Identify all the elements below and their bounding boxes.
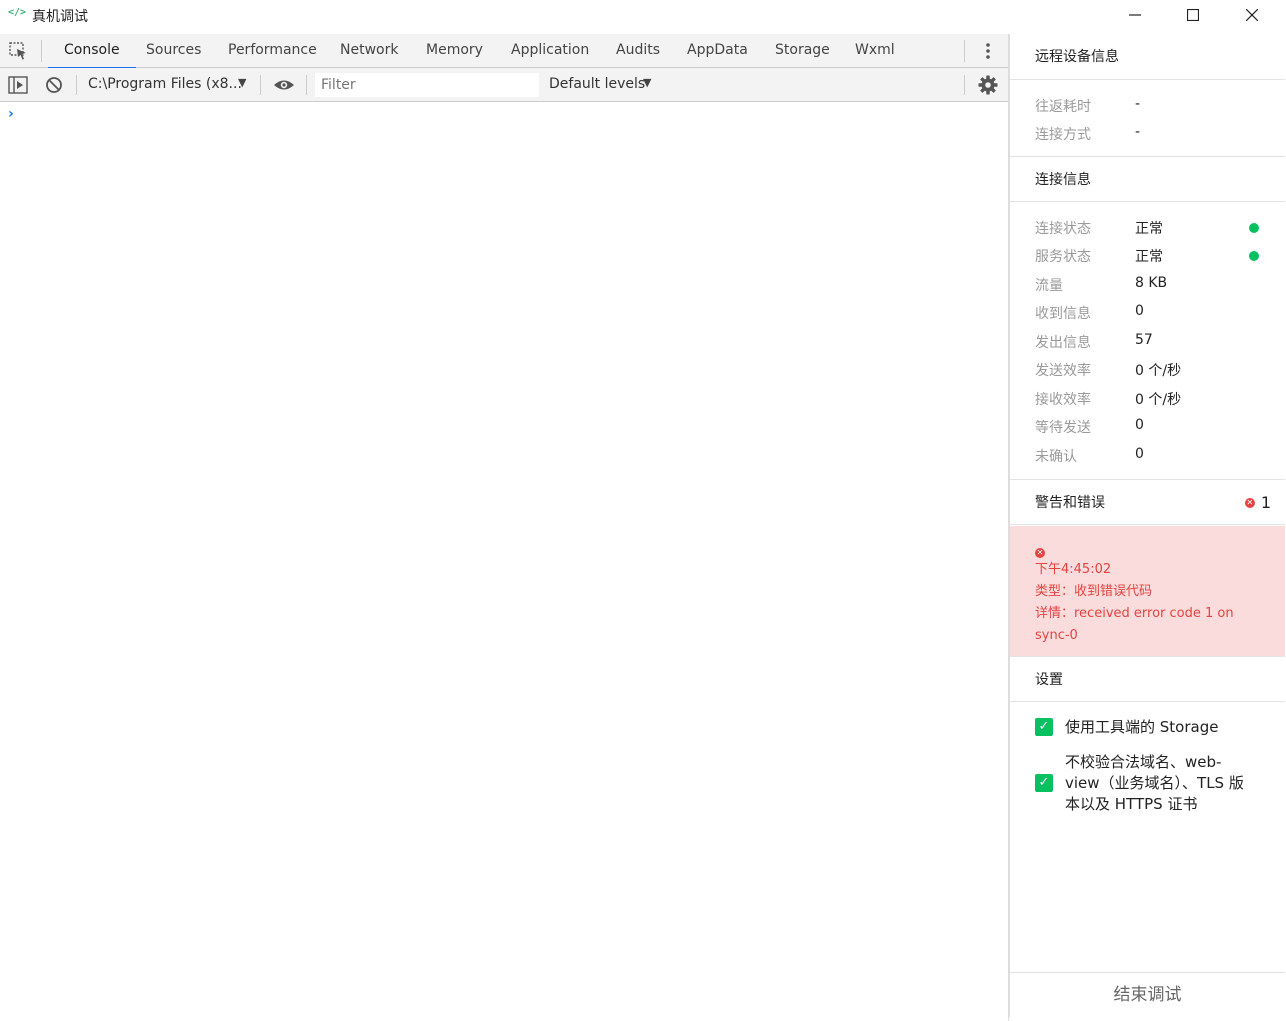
skip-domain-check-label[interactable]: 不校验合法域名、web- view（业务域名）、TLS 版 本以及 HTTPS … bbox=[1065, 752, 1265, 815]
info-row-pending: 等待发送 0 bbox=[1035, 417, 1275, 437]
error-entry: ✕ 下午4:45:02 类型：收到错误代码 详情：received error … bbox=[1010, 526, 1285, 656]
info-label: 服务状态 bbox=[1035, 249, 1091, 265]
tab-memory[interactable]: Memory bbox=[424, 34, 485, 68]
info-label: 连接状态 bbox=[1035, 221, 1091, 237]
toolbar-separator bbox=[306, 75, 307, 95]
info-value: 0 个/秒 bbox=[1135, 392, 1182, 408]
tab-appdata[interactable]: AppData bbox=[685, 34, 750, 68]
window-title: 真机调试 bbox=[32, 9, 88, 25]
tab-separator bbox=[964, 40, 965, 62]
settings-gear-icon[interactable] bbox=[978, 75, 998, 95]
status-ok-dot-icon bbox=[1249, 223, 1259, 233]
info-row-received: 收到信息 0 bbox=[1035, 303, 1275, 323]
devtools-tab-bar: Console Sources Performance Network Memo… bbox=[0, 34, 1008, 69]
log-levels-dropdown[interactable]: Default levels bbox=[549, 76, 645, 92]
info-label: 发出信息 bbox=[1035, 335, 1091, 351]
tab-performance[interactable]: Performance bbox=[226, 34, 319, 68]
toolbar-separator bbox=[76, 75, 77, 95]
levels-dropdown-icon[interactable]: ▼ bbox=[643, 76, 651, 89]
tab-audits[interactable]: Audits bbox=[614, 34, 662, 68]
error-icon: ✕ bbox=[1244, 498, 1255, 508]
close-icon bbox=[1246, 9, 1258, 21]
use-tool-storage-checkbox[interactable]: ✓ bbox=[1035, 718, 1053, 736]
error-type: 类型：收到错误代码 bbox=[1035, 584, 1153, 599]
info-value: 0 bbox=[1135, 417, 1144, 433]
context-selector[interactable]: C:\Program Files (x8... bbox=[88, 76, 242, 92]
clear-console-icon[interactable] bbox=[44, 76, 64, 94]
end-debug-button[interactable]: 结束调试 bbox=[1010, 972, 1285, 1017]
info-row-connection-status: 连接状态 正常 bbox=[1035, 218, 1275, 238]
toolbar-separator bbox=[260, 75, 261, 95]
error-count: 1 bbox=[1260, 493, 1271, 512]
toolbar-separator bbox=[964, 75, 965, 95]
info-value: - bbox=[1135, 124, 1141, 140]
info-label: 连接方式 bbox=[1035, 127, 1091, 143]
info-label: 流量 bbox=[1035, 278, 1063, 294]
info-row-sent: 发出信息 57 bbox=[1035, 332, 1275, 352]
info-value: 0 个/秒 bbox=[1135, 363, 1182, 379]
info-label: 未确认 bbox=[1035, 449, 1077, 465]
error-detail-cont: sync-0 bbox=[1035, 628, 1078, 643]
error-detail: 详情：received error code 1 on bbox=[1035, 606, 1234, 621]
filter-input[interactable] bbox=[315, 73, 539, 97]
info-row-send-rate: 发送效率 0 个/秒 bbox=[1035, 360, 1275, 380]
context-dropdown-icon[interactable]: ▼ bbox=[238, 76, 246, 89]
info-label: 接收效率 bbox=[1035, 392, 1091, 408]
info-row-service-status: 服务状态 正常 bbox=[1035, 246, 1275, 266]
connection-info-header: 连接信息 bbox=[1010, 156, 1285, 202]
tab-wxml[interactable]: Wxml bbox=[853, 34, 897, 68]
tab-sources[interactable]: Sources bbox=[144, 34, 203, 68]
device-info-header: 远程设备信息 bbox=[1010, 34, 1285, 80]
error-time: 下午4:45:02 bbox=[1035, 562, 1112, 577]
more-options-icon[interactable] bbox=[978, 41, 998, 61]
info-label: 往返耗时 bbox=[1035, 99, 1091, 115]
tab-storage[interactable]: Storage bbox=[773, 34, 832, 68]
status-ok-dot-icon bbox=[1249, 251, 1259, 261]
skip-domain-check-checkbox[interactable]: ✓ bbox=[1035, 774, 1053, 792]
info-value: - bbox=[1135, 96, 1141, 112]
close-button[interactable] bbox=[1223, 0, 1281, 30]
info-row-rtt: 往返耗时 - bbox=[1035, 96, 1275, 116]
use-tool-storage-label[interactable]: 使用工具端的 Storage bbox=[1065, 717, 1265, 738]
show-sidebar-icon[interactable] bbox=[8, 76, 28, 94]
info-label: 收到信息 bbox=[1035, 306, 1091, 322]
info-value: 8 KB bbox=[1135, 275, 1168, 291]
tab-application[interactable]: Application bbox=[509, 34, 591, 68]
label-line: 本以及 HTTPS 证书 bbox=[1065, 795, 1198, 813]
error-icon: ✕ bbox=[1035, 548, 1045, 558]
info-row-traffic: 流量 8 KB bbox=[1035, 275, 1275, 295]
minimize-icon bbox=[1129, 14, 1141, 16]
app-logo-icon: </> bbox=[8, 7, 27, 18]
settings-header: 设置 bbox=[1010, 656, 1285, 702]
minimize-button[interactable] bbox=[1106, 0, 1164, 30]
maximize-icon bbox=[1187, 9, 1199, 21]
info-value: 正常 bbox=[1135, 221, 1163, 237]
info-value: 正常 bbox=[1135, 249, 1163, 265]
warnings-header[interactable]: 警告和错误 ✕ 1 bbox=[1010, 479, 1285, 525]
info-row-connection-type: 连接方式 - bbox=[1035, 124, 1275, 144]
console-toolbar: C:\Program Files (x8... ▼ Default levels… bbox=[0, 68, 1008, 102]
info-label: 发送效率 bbox=[1035, 363, 1091, 379]
remote-debug-panel: 远程设备信息 往返耗时 - 连接方式 - 连接信息 连接状态 正常 服务状态 正… bbox=[1009, 34, 1285, 1017]
console-prompt[interactable]: › bbox=[8, 106, 14, 122]
label-line: view（业务域名）、TLS 版 bbox=[1065, 774, 1244, 792]
info-value: 0 bbox=[1135, 303, 1144, 319]
maximize-button[interactable] bbox=[1164, 0, 1222, 30]
info-row-receive-rate: 接收效率 0 个/秒 bbox=[1035, 389, 1275, 409]
tab-network[interactable]: Network bbox=[338, 34, 400, 68]
devtools-pane: Console Sources Performance Network Memo… bbox=[0, 34, 1009, 1021]
info-value: 57 bbox=[1135, 332, 1153, 348]
info-label: 等待发送 bbox=[1035, 420, 1091, 436]
title-bar: </> 真机调试 bbox=[0, 0, 1286, 32]
info-row-unacked: 未确认 0 bbox=[1035, 446, 1275, 466]
error-count-badge: ✕ 1 bbox=[1244, 480, 1271, 526]
warnings-title: 警告和错误 bbox=[1035, 495, 1105, 511]
label-line: 不校验合法域名、web- bbox=[1065, 753, 1222, 771]
live-expression-eye-icon[interactable] bbox=[272, 76, 296, 94]
info-value: 0 bbox=[1135, 446, 1144, 462]
tab-separator bbox=[41, 40, 42, 62]
inspect-element-icon[interactable] bbox=[8, 41, 30, 61]
tab-console[interactable]: Console bbox=[48, 34, 136, 69]
